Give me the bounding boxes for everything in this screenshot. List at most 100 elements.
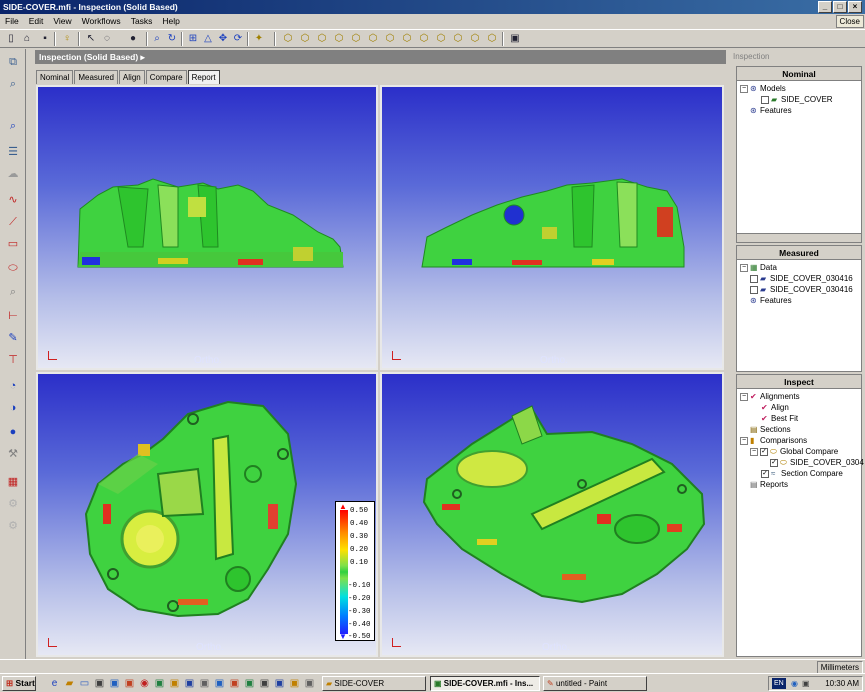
view-iso3-icon[interactable]: ⬡: [417, 32, 431, 46]
menu-edit[interactable]: Edit: [24, 14, 49, 28]
view-back-icon[interactable]: ⬡: [332, 32, 346, 46]
zoom-region-icon[interactable]: ⌕: [3, 117, 23, 135]
rotate-icon[interactable]: ◌: [100, 32, 114, 46]
view-top-icon[interactable]: ⬡: [281, 32, 295, 46]
visibility-checkbox[interactable]: [750, 275, 758, 283]
viewport-top-right[interactable]: Ortho.: [380, 85, 724, 370]
scan-icon[interactable]: ⌕: [3, 75, 23, 93]
app-icon[interactable]: ▣: [213, 677, 226, 690]
fit-icon[interactable]: ⊞: [186, 32, 200, 46]
collapse-icon[interactable]: −: [740, 85, 748, 93]
menu-file[interactable]: File: [0, 14, 24, 28]
collapse-icon[interactable]: −: [750, 448, 758, 456]
view-front-icon[interactable]: ⬡: [315, 32, 329, 46]
app-icon[interactable]: ▣: [108, 677, 121, 690]
view-iso6-icon[interactable]: ⬡: [468, 32, 482, 46]
menu-help[interactable]: Help: [157, 14, 184, 28]
language-indicator[interactable]: EN: [772, 678, 786, 689]
new-icon[interactable]: ▯: [4, 32, 18, 46]
tab-compare[interactable]: Compare: [145, 70, 187, 84]
zoom-icon[interactable]: ⌕: [150, 32, 164, 46]
menu-view[interactable]: View: [48, 14, 76, 28]
abc-curve-icon[interactable]: ∿: [3, 191, 23, 209]
task-paint[interactable]: ✎ untitled - Paint: [543, 676, 647, 691]
tree-item-data[interactable]: − ▦ Data: [740, 263, 777, 273]
folder-icon[interactable]: ▰: [63, 677, 76, 690]
cloud-icon[interactable]: ☁: [3, 165, 23, 183]
tree-item-features[interactable]: ⊛ Features: [750, 296, 792, 306]
import-icon[interactable]: ⧉: [3, 53, 23, 71]
app-icon[interactable]: ▣: [288, 677, 301, 690]
search-small-icon[interactable]: ⌕: [3, 283, 23, 301]
close-icon[interactable]: ×: [848, 1, 862, 13]
tree-item-models[interactable]: − ⊛ Models: [740, 84, 786, 94]
view-left-icon[interactable]: ⬡: [349, 32, 363, 46]
sphere-icon[interactable]: ●: [3, 423, 23, 441]
tree-item-align[interactable]: ✔ Align: [761, 403, 789, 413]
visibility-checkbox[interactable]: ✓: [770, 459, 778, 467]
tree-item-compare-result[interactable]: ✓ ⬭ SIDE_COVER_0304: [770, 458, 864, 468]
tab-align[interactable]: Align: [118, 70, 145, 84]
shade-icon[interactable]: ●: [126, 32, 140, 46]
panel-scrollbar[interactable]: [737, 233, 861, 242]
align-icon[interactable]: △: [201, 32, 215, 46]
visibility-checkbox[interactable]: ✓: [761, 470, 769, 478]
menu-tasks[interactable]: Tasks: [126, 14, 158, 28]
gauge-icon[interactable]: ◔: [3, 377, 23, 395]
tree-icon[interactable]: ☰: [3, 143, 23, 161]
view-iso2-icon[interactable]: ⬡: [400, 32, 414, 46]
spin-icon[interactable]: ⟳: [231, 32, 245, 46]
screen-icon[interactable]: ▣: [508, 32, 522, 46]
measure-icon[interactable]: ⊤: [3, 351, 23, 369]
abc-shape-icon[interactable]: ▭: [3, 235, 23, 253]
capsule-icon[interactable]: ⬭: [3, 259, 23, 277]
tree-item-scan-2[interactable]: ▰ SIDE_COVER_030416: [750, 285, 853, 295]
viewport-bottom-left[interactable]: ▲ ▼ 0.50 0.40 0.30 0.20 0.10 -0.10 -0.20…: [36, 372, 378, 657]
move-icon[interactable]: ✥: [216, 32, 230, 46]
refresh-icon[interactable]: ↻: [165, 32, 179, 46]
start-button[interactable]: ⊞ Start: [2, 676, 36, 691]
gear-icon[interactable]: ⚙: [3, 495, 23, 513]
pencil-icon[interactable]: ✎: [3, 329, 23, 347]
tree-item-features[interactable]: ⊛ Features: [750, 106, 792, 116]
app-icon[interactable]: ▣: [153, 677, 166, 690]
save-icon[interactable]: ▪: [38, 32, 52, 46]
collapse-icon[interactable]: −: [740, 264, 748, 272]
tree-item-global-compare[interactable]: − ✓ ⬭ Global Compare: [750, 447, 838, 457]
visibility-checkbox[interactable]: ✓: [760, 448, 768, 456]
tab-report[interactable]: Report: [187, 70, 220, 84]
tray-icon[interactable]: ▣: [802, 677, 810, 690]
viewport-top-left[interactable]: Ortho.: [36, 85, 378, 370]
tree-item-scan-1[interactable]: ▰ SIDE_COVER_030416: [750, 274, 853, 284]
light-icon[interactable]: ✦: [252, 32, 266, 46]
view-iso7-icon[interactable]: ⬡: [485, 32, 499, 46]
collapse-icon[interactable]: −: [740, 437, 748, 445]
tool-icon[interactable]: ⚒: [3, 445, 23, 463]
view-iso1-icon[interactable]: ⬡: [383, 32, 397, 46]
app-icon[interactable]: ▣: [243, 677, 256, 690]
abc-line-icon[interactable]: ⟋: [3, 213, 23, 231]
dial-icon[interactable]: ◑: [3, 399, 23, 417]
app-icon[interactable]: ▣: [198, 677, 211, 690]
app-icon[interactable]: ◉: [138, 677, 151, 690]
visibility-checkbox[interactable]: [750, 286, 758, 294]
app-icon[interactable]: ▣: [93, 677, 106, 690]
view-bottom-icon[interactable]: ⬡: [298, 32, 312, 46]
minimize-icon[interactable]: _: [818, 1, 832, 13]
colormap-icon[interactable]: ▦: [3, 473, 23, 491]
app-icon[interactable]: ▣: [258, 677, 271, 690]
maximize-icon[interactable]: □: [833, 1, 847, 13]
app-icon[interactable]: ▣: [183, 677, 196, 690]
hint-icon[interactable]: ♀: [60, 32, 74, 46]
dimension-icon[interactable]: ⊢: [3, 307, 23, 325]
settings-icon[interactable]: ⚙: [3, 517, 23, 535]
close-doc-button[interactable]: Close: [835, 15, 864, 28]
app-icon[interactable]: ▣: [123, 677, 136, 690]
tray-icon[interactable]: ◉: [791, 677, 798, 690]
view-iso4-icon[interactable]: ⬡: [434, 32, 448, 46]
tree-item-best-fit[interactable]: ✔ Best Fit: [761, 414, 798, 424]
tree-item-section-compare[interactable]: ✓ ≈ Section Compare: [761, 469, 843, 479]
tab-nominal[interactable]: Nominal: [36, 70, 74, 84]
app-icon[interactable]: ▣: [273, 677, 286, 690]
tree-item-reports[interactable]: ▤ Reports: [750, 480, 788, 490]
